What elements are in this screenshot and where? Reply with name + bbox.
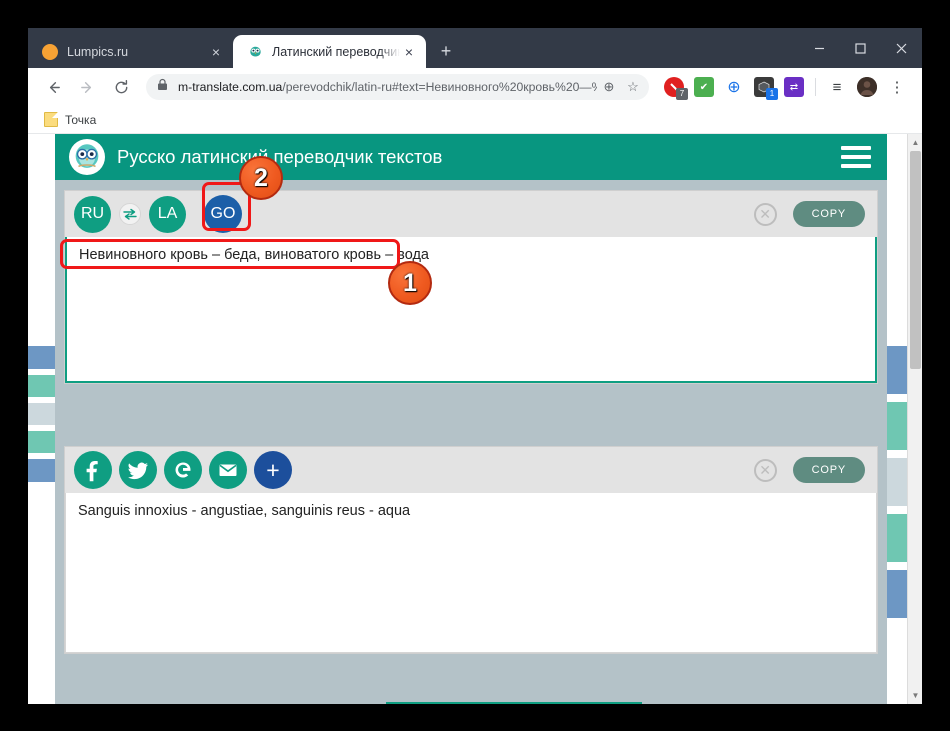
- clear-result-icon[interactable]: ✕: [753, 458, 777, 482]
- page-title: Русско латинский переводчик текстов: [117, 146, 443, 167]
- tab-strip: Lumpics.ru × Латинский переводчик - онла…: [28, 28, 922, 68]
- install-app-icon[interactable]: ⊕: [597, 75, 621, 99]
- new-tab-button[interactable]: +: [432, 37, 460, 65]
- plus-share-icon[interactable]: +: [254, 451, 292, 489]
- copy-result-button[interactable]: COPY: [792, 457, 865, 483]
- owl-logo: [69, 139, 105, 175]
- result-panel: + ✕ COPY Sanguis innoxius - angustiae, s…: [64, 446, 878, 654]
- decorative-band: [28, 403, 55, 425]
- back-button[interactable]: [40, 74, 66, 100]
- result-panel-wrap: + ✕ COPY Sanguis innoxius - angustiae, s…: [55, 446, 887, 654]
- decorative-band: [28, 346, 55, 369]
- toolbar-divider: [815, 78, 816, 96]
- clear-source-icon[interactable]: ✕: [753, 202, 777, 226]
- site-content-column: Русско латинский переводчик текстов RU L…: [55, 134, 887, 704]
- tab-close-icon[interactable]: ×: [207, 43, 225, 61]
- swap-arrows-icon[interactable]: [119, 203, 141, 225]
- site-header: Русско латинский переводчик текстов: [55, 134, 887, 180]
- url-text: m-translate.com.ua/perevodchik/latin-ru#…: [178, 80, 597, 94]
- avatar[interactable]: [857, 77, 877, 97]
- browser-tab-lumpics[interactable]: Lumpics.ru ×: [28, 35, 233, 68]
- decorative-band: [28, 375, 55, 397]
- hamburger-icon[interactable]: [841, 144, 871, 170]
- owl-favicon-icon: [247, 43, 263, 60]
- reload-button[interactable]: [108, 74, 134, 100]
- scrollbar-thumb[interactable]: [910, 151, 921, 369]
- box-extension-icon[interactable]: 1: [754, 77, 778, 100]
- minimize-button[interactable]: [799, 28, 840, 68]
- tab-close-icon[interactable]: ×: [400, 43, 418, 61]
- extension-icons: 7 ✔ ⊕ 1 ⇄ ≡ ⋮: [659, 77, 912, 100]
- scroll-up-arrow[interactable]: ▲: [908, 135, 922, 150]
- source-text: Невиновного кровь – беда, виноватого кро…: [79, 247, 429, 263]
- window-controls: [799, 28, 922, 68]
- result-text: Sanguis innoxius - angustiae, sanguinis …: [78, 503, 411, 519]
- target-language-button[interactable]: LA: [149, 195, 186, 233]
- go-button[interactable]: GO: [204, 195, 242, 233]
- rating-popup: Оцените наш проект! ★★★★★ ✕: [386, 702, 642, 704]
- globe-extension-icon[interactable]: ⊕: [724, 77, 744, 97]
- address-bar[interactable]: m-translate.com.ua/perevodchik/latin-ru#…: [146, 74, 649, 100]
- bookmark-label: Точка: [65, 112, 97, 127]
- bookmark-bar: Точка: [28, 106, 922, 134]
- url-host: m-translate.com.ua: [178, 80, 283, 94]
- forward-button[interactable]: [74, 74, 100, 100]
- source-panel: RU LA GO ✕ COPY Невиновного кровь – беда…: [64, 190, 878, 384]
- close-window-button[interactable]: [881, 28, 922, 68]
- copy-source-button[interactable]: COPY: [792, 201, 865, 227]
- maximize-button[interactable]: [840, 28, 881, 68]
- purple-extension-icon[interactable]: ⇄: [784, 77, 804, 97]
- tab-title: Lumpics.ru: [67, 44, 129, 59]
- adblock-badge: 7: [676, 88, 688, 100]
- browser-tab-translator[interactable]: Латинский переводчик - онлайн ×: [233, 35, 426, 68]
- panel-spacer: [55, 384, 887, 446]
- bookmark-tochka[interactable]: Точка: [38, 110, 102, 129]
- callout-badge-2: 2: [239, 156, 283, 200]
- twitter-icon[interactable]: [119, 451, 157, 489]
- email-icon[interactable]: [209, 451, 247, 489]
- checkmark-extension-icon[interactable]: ✔: [694, 77, 714, 97]
- reading-list-icon[interactable]: ≡: [827, 77, 847, 97]
- navigation-toolbar: m-translate.com.ua/perevodchik/latin-ru#…: [28, 68, 922, 106]
- browser-menu-icon[interactable]: ⋮: [887, 77, 907, 97]
- url-path: /perevodchik/latin-ru#text=Невиновного%2…: [282, 80, 597, 94]
- decorative-band: [28, 459, 55, 482]
- note-icon: [44, 112, 58, 127]
- orange-dot-icon: [42, 43, 58, 60]
- page-scrollbar[interactable]: ▲ ▼: [907, 134, 922, 704]
- box-extension-badge: 1: [766, 88, 778, 100]
- google-icon[interactable]: [164, 451, 202, 489]
- adblock-icon[interactable]: 7: [664, 77, 688, 100]
- page-viewport: Русско латинский переводчик текстов RU L…: [28, 134, 922, 704]
- scroll-down-arrow[interactable]: ▼: [908, 688, 922, 703]
- result-toolbar: + ✕ COPY: [65, 447, 877, 493]
- decorative-band: [28, 431, 55, 453]
- lock-icon: [157, 78, 169, 96]
- result-textarea[interactable]: Sanguis innoxius - angustiae, sanguinis …: [65, 493, 877, 653]
- source-textarea[interactable]: Невиновного кровь – беда, виноватого кро…: [65, 237, 877, 383]
- source-toolbar: RU LA GO ✕ COPY: [65, 191, 877, 237]
- source-language-button[interactable]: RU: [74, 195, 111, 233]
- facebook-icon[interactable]: [74, 451, 112, 489]
- tab-title: Латинский переводчик - онлайн: [272, 44, 400, 59]
- bookmark-star-icon[interactable]: ☆: [621, 75, 645, 99]
- callout-badge-1: 1: [388, 261, 432, 305]
- source-panel-wrap: RU LA GO ✕ COPY Невиновного кровь – беда…: [55, 180, 887, 384]
- browser-window: Lumpics.ru × Латинский переводчик - онла…: [28, 28, 922, 704]
